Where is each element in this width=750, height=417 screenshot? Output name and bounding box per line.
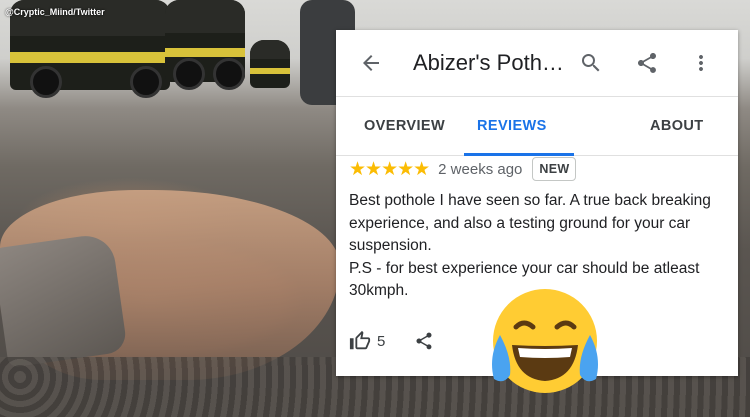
share-icon[interactable]: [631, 47, 663, 79]
tab-reviews[interactable]: REVIEWS: [477, 97, 547, 155]
auto-rickshaw-far: [250, 40, 290, 88]
tab-about[interactable]: ABOUT: [650, 97, 704, 155]
twitter-watermark: @Cryptic_Miind/Twitter: [5, 7, 105, 17]
review-meta: ★★★★★ 2 weeks ago NEW: [349, 156, 577, 182]
arrow-back-icon[interactable]: [355, 47, 387, 79]
review-line-1: Best pothole I have seen so far. A true …: [349, 192, 711, 255]
app-bar: Abizer's Poth…: [336, 30, 738, 96]
new-badge: NEW: [532, 157, 577, 181]
more-vert-icon[interactable]: [685, 47, 717, 79]
tears-of-joy-emoji-icon: [492, 289, 598, 393]
like-count: 5: [377, 332, 386, 350]
tab-overview[interactable]: OVERVIEW: [364, 97, 445, 155]
review-share-icon[interactable]: [414, 331, 434, 351]
search-icon[interactable]: [575, 47, 607, 79]
page-title: Abizer's Poth…: [413, 50, 564, 75]
review-actions: 5: [349, 327, 434, 355]
broken-rock: [0, 232, 128, 368]
thumbs-up-icon[interactable]: [349, 330, 371, 352]
review-date: 2 weeks ago: [438, 160, 523, 178]
auto-rickshaw-middle: [165, 0, 245, 90]
tab-bar: OVERVIEW REVIEWS ABOUT: [336, 96, 738, 156]
star-rating: ★★★★★: [349, 158, 430, 180]
